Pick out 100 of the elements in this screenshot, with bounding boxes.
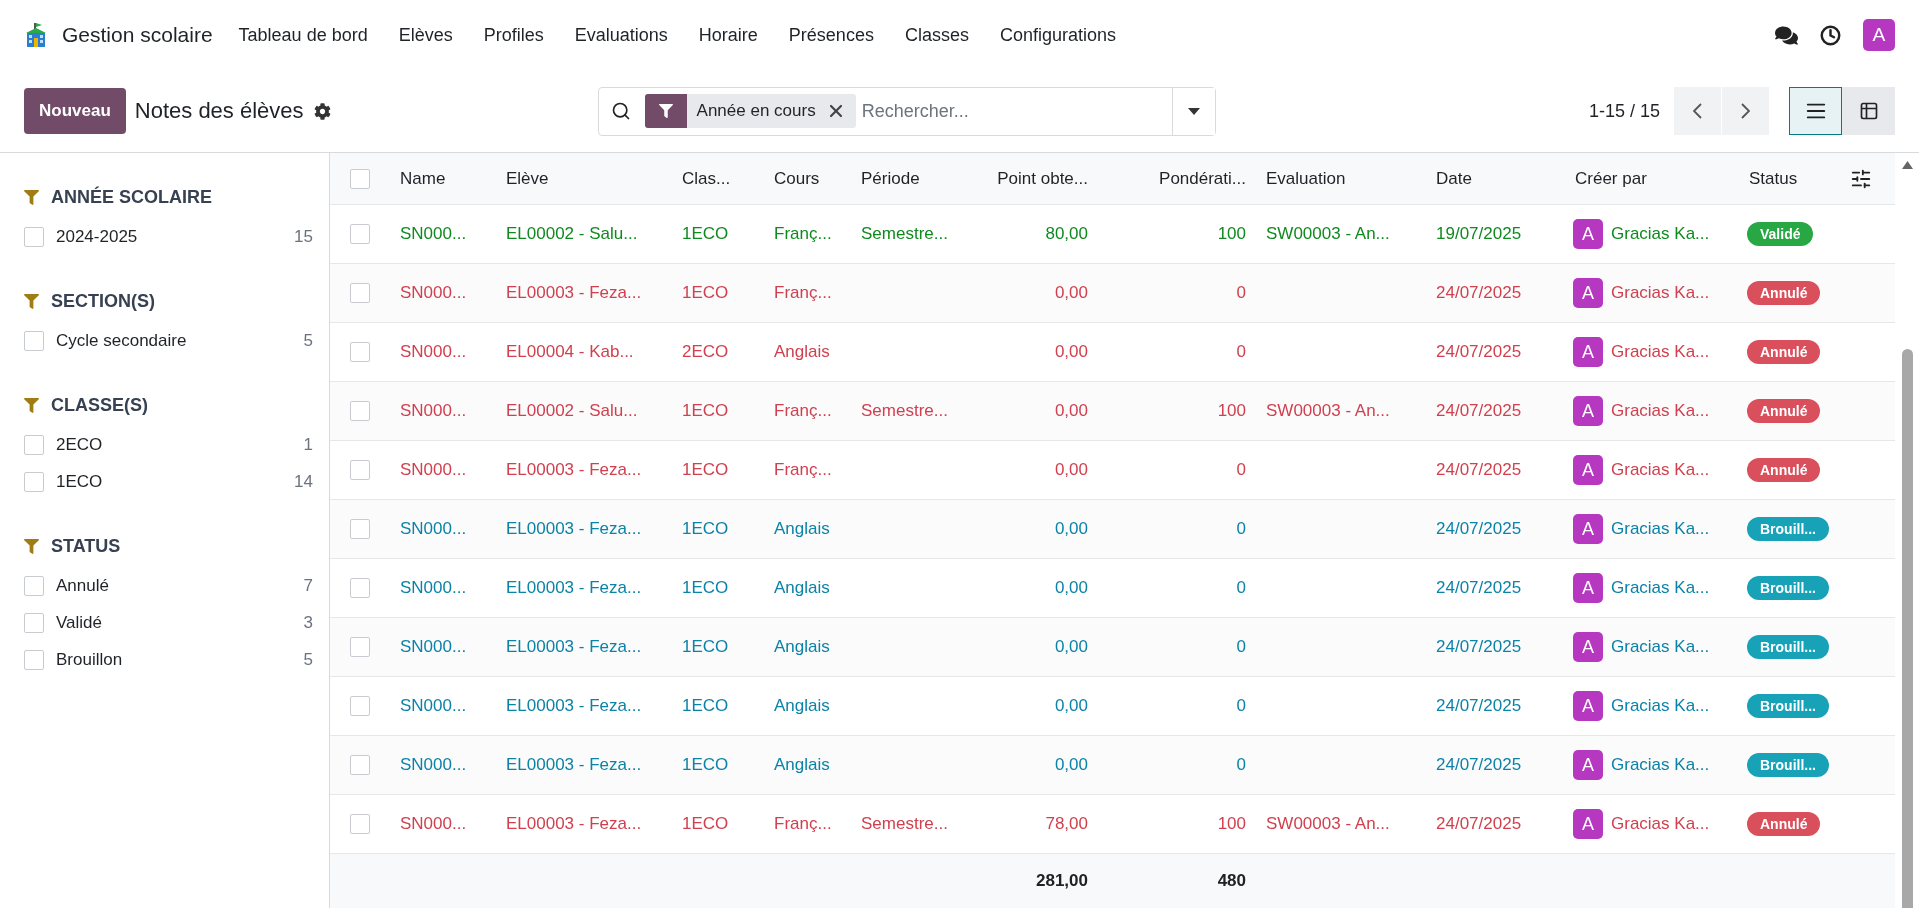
total-value: 480 (1216, 871, 1247, 891)
column-header[interactable]: Pondérati... (1098, 168, 1256, 189)
filter-label[interactable]: 2024-2025 (56, 226, 138, 247)
table-cell-text: 1ECO (681, 814, 730, 834)
previous-button[interactable] (1674, 87, 1721, 135)
scrollbar-thumb[interactable] (1901, 349, 1913, 908)
checkbox[interactable] (24, 471, 44, 492)
table-cell-text: 24/07/2025 (1435, 755, 1523, 775)
filter-label[interactable]: Brouillon (56, 649, 123, 670)
table-cell-text: 0,00 (1053, 755, 1089, 775)
table-cell-text: 0,00 (1053, 342, 1089, 362)
table-cell-text: 24/07/2025 (1435, 460, 1523, 480)
table-cell: Gracias Ka... (1611, 578, 1710, 598)
checkbox[interactable] (24, 612, 44, 633)
filter-label[interactable]: Annulé (56, 575, 109, 596)
row-checkbox[interactable] (350, 224, 370, 244)
column-header[interactable]: Status (1739, 168, 1850, 189)
table-cell-text: 24/07/2025 (1435, 637, 1523, 657)
column-settings-icon[interactable] (1850, 167, 1872, 190)
grid-icon (1858, 101, 1879, 121)
menu-item[interactable]: Elèves (398, 24, 453, 46)
caret-icon (1187, 107, 1200, 115)
checkbox[interactable] (24, 575, 44, 596)
column-header[interactable]: Name (390, 168, 496, 189)
table-row[interactable]: SN000... EL00003 - Feza... 1ECO Anglais 0,00 0 24/07/2025 A Gracias Ka... Brouill... (330, 500, 1895, 559)
column-header[interactable]: Cours (764, 168, 851, 189)
table-cell-text: Franç... (773, 224, 833, 244)
status-badge: Validé (1747, 222, 1814, 246)
checkbox[interactable] (24, 649, 44, 670)
status-badge: Annulé (1747, 812, 1821, 836)
row-checkbox[interactable] (350, 637, 370, 657)
row-checkbox[interactable] (350, 460, 370, 480)
select-all-checkbox[interactable] (350, 168, 370, 189)
column-header[interactable]: Evaluation (1256, 168, 1426, 189)
menu-item[interactable]: Présences (788, 24, 874, 46)
table-cell: Gracias Ka... (1611, 696, 1710, 716)
table-cell: Gracias Ka... (1611, 342, 1710, 362)
table-cell-text: 1ECO (681, 637, 730, 657)
search-field[interactable]: Année en cours Rechercher... (597, 86, 1216, 136)
table-cell-text: 0 (1235, 637, 1247, 657)
checkbox[interactable] (24, 330, 44, 351)
view-button[interactable] (1789, 87, 1842, 135)
table-cell-text: 0 (1235, 519, 1247, 539)
table-cell-text: 24/07/2025 (1435, 401, 1523, 421)
table-cell-text: EL00003 - Feza... (505, 696, 643, 716)
user-avatar: A (1573, 396, 1603, 426)
filter-count: 15 (294, 226, 313, 247)
row-checkbox[interactable] (350, 342, 370, 362)
settings-icon[interactable] (313, 102, 331, 120)
menu-item[interactable]: Tableau de bord (238, 24, 368, 46)
menu-item[interactable]: Evaluations (574, 24, 668, 46)
next-button[interactable] (1722, 87, 1769, 135)
table-cell: Gracias Ka... (1611, 401, 1710, 421)
column-header[interactable]: Période (851, 168, 970, 189)
menu-item[interactable]: Classes (904, 24, 969, 46)
menu-item[interactable]: Configurations (999, 24, 1116, 46)
filter-label[interactable]: 2ECO (56, 434, 103, 455)
dropdown-toggle[interactable] (1171, 87, 1215, 135)
row-checkbox[interactable] (350, 401, 370, 421)
checkbox[interactable] (24, 434, 44, 455)
filter-label[interactable]: 1ECO (56, 471, 103, 492)
column-header[interactable]: Date (1426, 168, 1565, 189)
filter-label[interactable]: Validé (56, 612, 102, 633)
row-checkbox[interactable] (350, 283, 370, 303)
checkbox[interactable] (24, 226, 44, 247)
table-row[interactable]: SN000... EL00002 - Salu... 1ECO Franç... Semestre... 0,00 100 SW00003 - An... 24/07/2025 A Gracias Ka... Annulé (330, 382, 1895, 441)
scroll-up-icon[interactable] (1901, 161, 1913, 169)
table-cell-text: 19/07/2025 (1435, 224, 1523, 244)
table-cell-text: Franç... (773, 401, 833, 421)
filter-count: 14 (294, 471, 313, 492)
filter-label[interactable]: Cycle secondaire (56, 330, 187, 351)
menu-item[interactable]: Horaire (698, 24, 758, 46)
table-cell-text: 1ECO (681, 696, 730, 716)
row-checkbox[interactable] (350, 578, 370, 598)
column-header[interactable]: Elève (496, 168, 672, 189)
table-cell-text: 0,00 (1053, 283, 1089, 303)
row-checkbox[interactable] (350, 696, 370, 716)
user-avatar[interactable]: A (1863, 19, 1895, 51)
table-cell-text: 24/07/2025 (1435, 814, 1523, 834)
table-row[interactable]: SN000... EL00003 - Feza... 1ECO Anglais 0,00 0 24/07/2025 A Gracias Ka... Brouill... (330, 618, 1895, 677)
table-cell-text: 1ECO (681, 755, 730, 775)
table-cell-text: SN000... (399, 283, 468, 303)
filter-icon (644, 94, 687, 128)
column-header[interactable]: Créer par (1565, 168, 1739, 189)
table-row[interactable]: SN000... EL00003 - Feza... 1ECO Anglais 0,00 0 24/07/2025 A Gracias Ka... Brouill... (330, 736, 1895, 795)
status-badge: Brouill... (1747, 517, 1829, 541)
column-header[interactable]: Clas... (672, 168, 764, 189)
row-checkbox[interactable] (350, 755, 370, 775)
row-checkbox[interactable] (350, 519, 370, 539)
table-row[interactable]: SN000... EL00003 - Feza... 1ECO Franç... 0,00 0 24/07/2025 A Gracias Ka... Annulé (330, 264, 1895, 323)
clock-icon[interactable] (1820, 24, 1841, 46)
new-button[interactable]: Nouveau (24, 88, 126, 134)
filter-count: 3 (303, 612, 313, 633)
filter-icon (24, 294, 39, 309)
chevron-right-icon (1741, 103, 1750, 119)
column-header[interactable]: Point obte... (970, 168, 1098, 189)
chevron-left-icon (1693, 103, 1702, 119)
row-checkbox[interactable] (350, 814, 370, 834)
menu-item[interactable]: Profiles (483, 24, 544, 46)
status-badge: Annulé (1747, 458, 1821, 482)
